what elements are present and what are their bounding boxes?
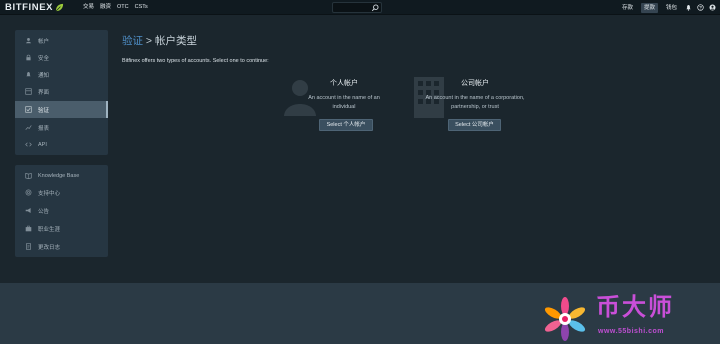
sidebar-item-label: 支持中心	[38, 190, 61, 197]
nav-funding[interactable]: 融资	[100, 3, 111, 12]
sidebar-item-account[interactable]: 帐户	[15, 32, 108, 49]
check-icon	[25, 106, 32, 113]
user-icon[interactable]	[709, 4, 716, 11]
personal-account-desc-2: individual	[332, 104, 356, 110]
bell-icon	[26, 72, 31, 77]
sidebar-item-label: 更改日志	[38, 244, 61, 251]
settings-menu: 帐户 安全 通知 界面 验证 报表 API	[15, 30, 108, 155]
support-icon	[25, 189, 32, 196]
sidebar-item-api[interactable]: API	[15, 136, 108, 153]
page-title-text: 帐户类型	[154, 35, 197, 47]
book-icon	[25, 172, 32, 179]
watermark-text: 币大师	[596, 294, 674, 321]
document-icon	[26, 243, 31, 250]
sidebar-item-notifications[interactable]: 通知	[15, 66, 108, 83]
personal-account-card: 个人帐户 An account in the name of an indivi…	[279, 78, 409, 112]
leaf-icon	[55, 3, 64, 12]
lock-icon	[26, 54, 31, 61]
sidebar-item-label: API	[38, 141, 47, 148]
sidebar-item-careers[interactable]: 职业生涯	[15, 220, 108, 237]
sidebar-item-label: 报表	[38, 125, 50, 132]
sidebar-item-label: Knowledge Base	[38, 172, 80, 179]
corporate-account-desc-1: An account in the name of a corporation,	[425, 95, 525, 101]
sidebar-item-reports[interactable]: 报表	[15, 119, 108, 136]
code-icon	[25, 142, 32, 147]
help-icon[interactable]	[697, 4, 704, 11]
briefcase-icon	[25, 225, 32, 232]
corporate-account-title: 公司帐户	[461, 80, 489, 87]
main-nav: 交易 融资 OTC CSTs	[83, 3, 148, 12]
wallet-button[interactable]: 钱包	[663, 3, 680, 13]
top-bar: BITFINEX 交易 融资 OTC CSTs 存款 提款 钱包	[0, 0, 720, 15]
select-personal-button[interactable]: Select 个人帐户	[319, 119, 373, 131]
chart-icon	[25, 125, 32, 130]
sidebar-item-label: 安全	[38, 55, 50, 62]
withdraw-button[interactable]: 提款	[640, 2, 658, 13]
personal-account-title: 个人帐户	[330, 80, 358, 87]
page-title: 验证 > 帐户类型	[122, 33, 197, 48]
sidebar-item-changelog[interactable]: 更改日志	[15, 238, 108, 255]
personal-account-desc-1: An account in the name of an	[308, 95, 380, 101]
intro-text: Bitfinex offers two types of accounts. S…	[122, 58, 269, 64]
sidebar-item-verification[interactable]: 验证	[15, 101, 108, 118]
nav-otc[interactable]: OTC	[117, 3, 129, 12]
nav-csts[interactable]: CSTs	[135, 3, 148, 12]
breadcrumb-link[interactable]: 验证	[122, 35, 143, 47]
layout-icon	[25, 88, 32, 95]
breadcrumb-separator: >	[143, 35, 155, 47]
corporate-account-card: 公司帐户 An account in the name of a corpora…	[410, 78, 540, 112]
user-icon	[26, 38, 31, 44]
sidebar-item-support-center[interactable]: 支持中心	[15, 184, 108, 201]
sidebar-item-label: 公告	[38, 208, 50, 215]
megaphone-icon	[25, 208, 31, 213]
deposit-button[interactable]: 存款	[619, 3, 636, 13]
logo-text: BITFINEX	[5, 2, 54, 13]
nav-trading[interactable]: 交易	[83, 3, 94, 12]
sidebar-item-label: 界面	[38, 89, 50, 96]
sidebar-item-label: 验证	[38, 107, 50, 114]
search-icon[interactable]	[371, 4, 379, 12]
bell-icon[interactable]	[685, 4, 692, 11]
sidebar-item-interface[interactable]: 界面	[15, 83, 108, 100]
sidebar-item-security[interactable]: 安全	[15, 49, 108, 66]
sidebar-item-label: 帐户	[38, 38, 50, 45]
sidebar-item-knowledge-base[interactable]: Knowledge Base	[15, 167, 108, 184]
watermark-url: www.55bishi.com	[598, 328, 664, 335]
bitfinex-logo[interactable]: BITFINEX	[5, 2, 64, 13]
sidebar-item-label: 通知	[38, 72, 50, 79]
sidebar-item-announcements[interactable]: 公告	[15, 202, 108, 219]
corporate-account-desc-2: partnership, or trust	[451, 104, 499, 110]
account-nav: 存款 提款 钱包	[619, 1, 716, 14]
help-menu: Knowledge Base 支持中心 公告 职业生涯 更改日志	[15, 165, 108, 257]
sidebar-item-label: 职业生涯	[38, 226, 61, 233]
select-corporate-button[interactable]: Select 公司帐户	[448, 119, 501, 131]
search-input[interactable]	[332, 2, 382, 13]
